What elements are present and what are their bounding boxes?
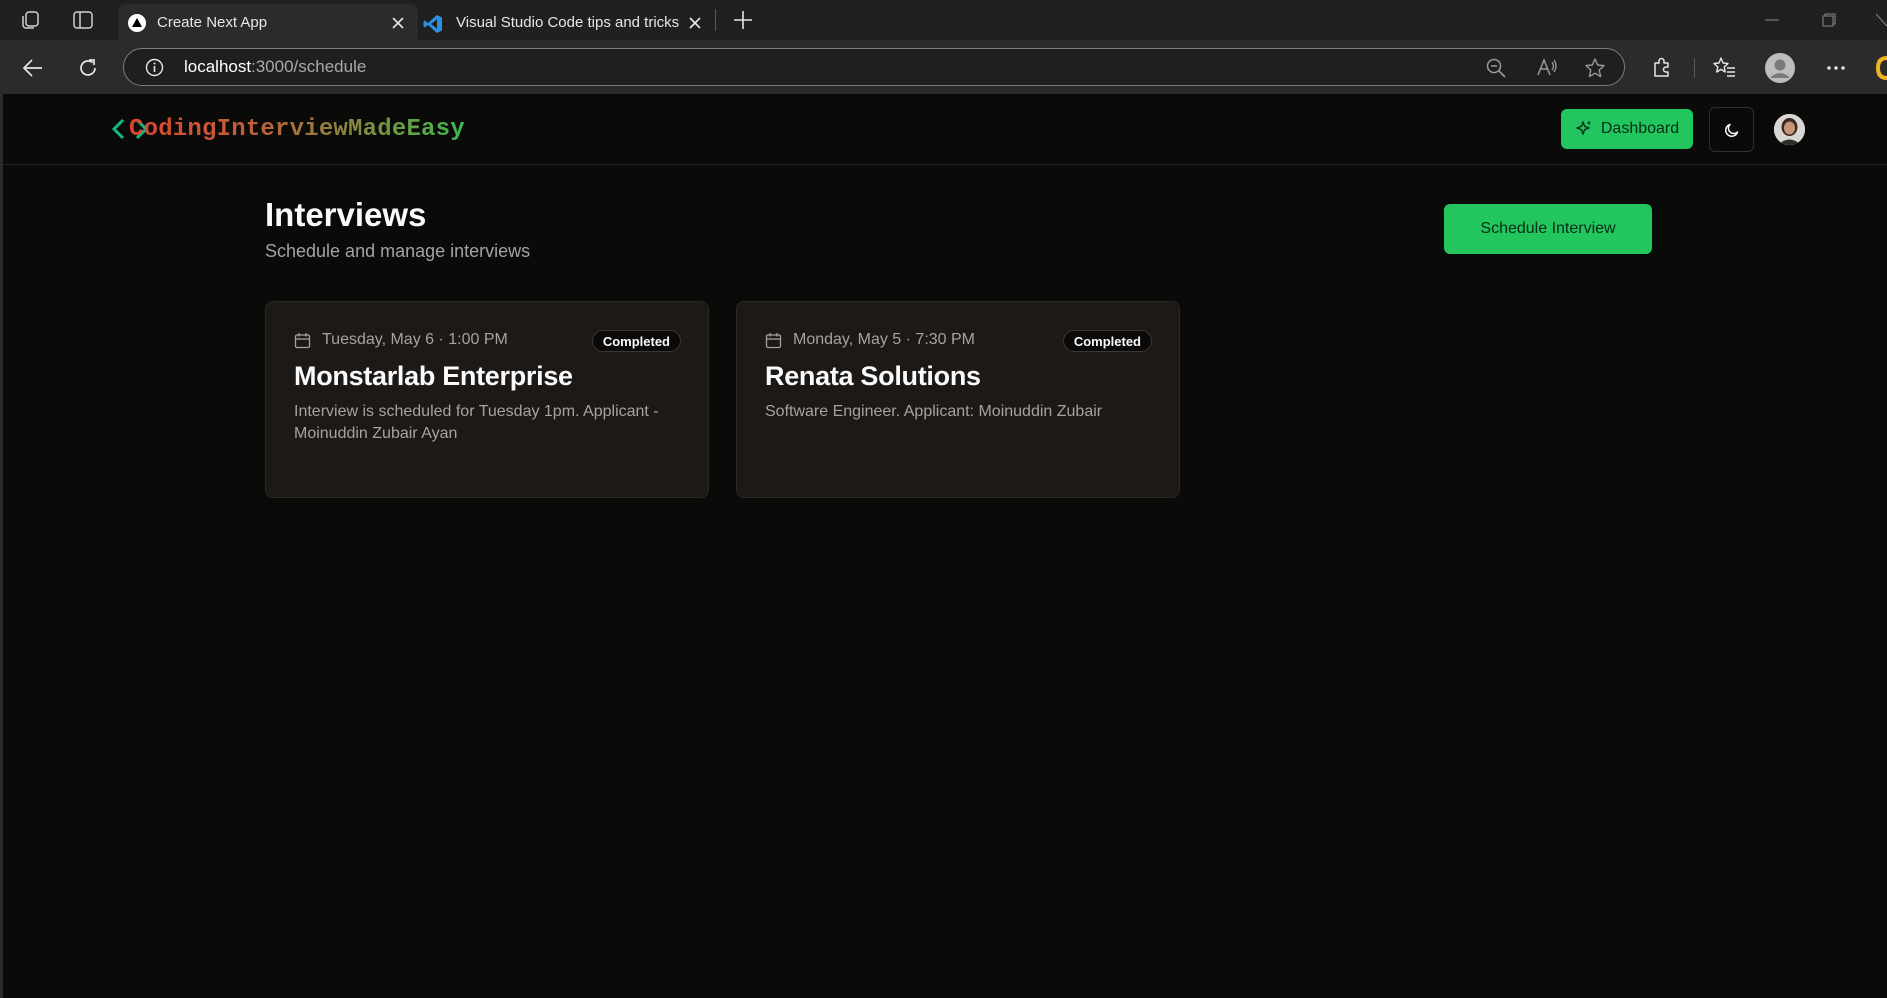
dashboard-button[interactable]: Dashboard [1561, 109, 1693, 149]
tab-divider [715, 9, 716, 31]
interview-date: Tuesday, May 6 · 1:00 PM [322, 331, 508, 348]
zoom-out-icon[interactable] [1486, 58, 1506, 78]
status-badge: Completed [1062, 330, 1152, 352]
new-tab-icon[interactable] [732, 9, 754, 31]
close-tab-icon[interactable] [391, 16, 405, 30]
schedule-interview-button[interactable]: Schedule Interview [1444, 204, 1652, 254]
moon-icon [1724, 122, 1740, 138]
user-avatar[interactable] [1774, 114, 1805, 145]
more-options-icon[interactable] [1827, 66, 1845, 70]
copilot-icon[interactable] [1876, 56, 1887, 80]
calendar-icon [765, 332, 782, 349]
tab-actions-icon[interactable] [73, 11, 93, 29]
page-subtitle: Schedule and manage interviews [265, 241, 531, 261]
read-aloud-icon[interactable] [1536, 57, 1558, 77]
interview-description: Software Engineer. Applicant: Moinuddin … [765, 403, 1103, 420]
minimize-icon[interactable] [1765, 19, 1779, 21]
interview-card[interactable]: Monday, May 5 · 7:30 PM Completed Renata… [736, 301, 1180, 498]
favorites-icon[interactable] [1712, 56, 1736, 78]
nextjs-favicon-icon [128, 14, 146, 32]
interview-title: Monstarlab Enterprise [294, 361, 573, 391]
favorite-star-icon[interactable] [1584, 57, 1606, 79]
app-logo[interactable]: CodingInterviewMadeEasy [129, 116, 465, 143]
profile-icon[interactable] [1765, 53, 1795, 83]
refresh-icon[interactable] [77, 57, 99, 79]
window-edge [0, 94, 3, 998]
header-divider [3, 164, 1887, 165]
extensions-icon[interactable] [1651, 56, 1673, 78]
interview-title: Renata Solutions [765, 361, 981, 391]
back-arrow-icon[interactable] [22, 57, 44, 79]
interview-card[interactable]: Tuesday, May 6 · 1:00 PM Completed Monst… [265, 301, 709, 498]
status-badge: Completed [591, 330, 681, 352]
interview-date: Monday, May 5 · 7:30 PM [793, 331, 975, 348]
close-tab-icon[interactable] [688, 16, 702, 30]
theme-toggle-button[interactable] [1709, 107, 1754, 152]
dashboard-label: Dashboard [1600, 120, 1680, 137]
tab-title: Visual Studio Code tips and tricks [456, 14, 680, 31]
sparkles-icon [1575, 120, 1593, 138]
tab-create-next-app[interactable]: Create Next App [118, 4, 418, 40]
url-host: localhost [184, 57, 252, 76]
close-window-icon[interactable] [1876, 13, 1887, 27]
vscode-favicon-icon [423, 14, 443, 34]
toolbar-divider [1694, 58, 1695, 78]
page-title: Interviews [265, 196, 427, 233]
interview-description: Interview is scheduled for Tuesday 1pm. … [294, 403, 659, 442]
site-info-icon[interactable] [145, 58, 164, 77]
restore-icon[interactable] [1822, 13, 1836, 27]
url-path: :3000/schedule [251, 57, 367, 76]
workspaces-icon[interactable] [20, 10, 42, 30]
tab-title: Create Next App [157, 14, 268, 31]
tab-vscode-tips[interactable]: Visual Studio Code tips and tricks [418, 4, 714, 40]
calendar-icon [294, 332, 311, 349]
